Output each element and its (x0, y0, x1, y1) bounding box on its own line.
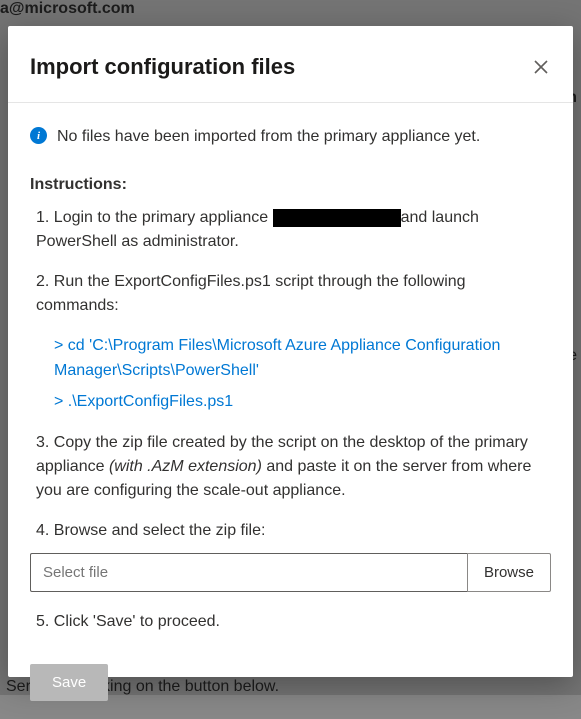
step-text-italic: (with .AzM extension) (109, 458, 262, 475)
import-config-modal: Import configuration files i No files ha… (8, 26, 573, 677)
browse-button[interactable]: Browse (467, 553, 551, 592)
file-input[interactable] (30, 553, 467, 592)
modal-header: Import configuration files (8, 26, 573, 103)
save-button[interactable]: Save (30, 664, 108, 701)
instructions-heading: Instructions: (30, 176, 551, 194)
instruction-step-5: 5. Click 'Save' to proceed. (30, 610, 551, 634)
instruction-step-4: 4. Browse and select the zip file: (30, 519, 551, 543)
file-picker-row: Browse (30, 553, 551, 592)
info-banner: i No files have been imported from the p… (30, 125, 551, 148)
instruction-step-2: 2. Run the ExportConfigFiles.ps1 script … (30, 270, 551, 318)
info-icon: i (30, 127, 47, 144)
instruction-step-3: 3. Copy the zip file created by the scri… (30, 431, 551, 503)
redacted-text (273, 209, 401, 227)
close-button[interactable] (531, 57, 551, 77)
modal-title: Import configuration files (30, 54, 295, 80)
command-cd: > cd 'C:\Program Files\Microsoft Azure A… (30, 334, 551, 384)
step-text: 1. Login to the primary appliance (36, 209, 273, 226)
close-icon (534, 60, 548, 74)
info-message: No files have been imported from the pri… (57, 125, 480, 148)
instruction-step-1: 1. Login to the primary appliance and la… (30, 206, 551, 254)
modal-body: i No files have been imported from the p… (8, 103, 573, 719)
command-export: > .\ExportConfigFiles.ps1 (30, 390, 551, 415)
